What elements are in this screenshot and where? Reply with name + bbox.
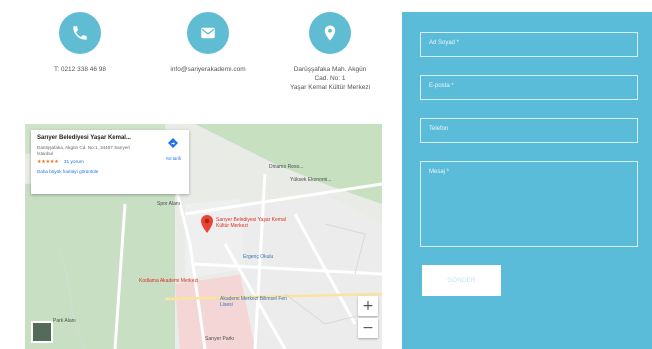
playground-label: Spor Alanı bbox=[157, 201, 181, 207]
send-button[interactable]: GÖNDER bbox=[422, 265, 501, 296]
yuksek-label: Yüksek Ekonomi... bbox=[290, 177, 332, 183]
phone-icon-circle bbox=[59, 12, 101, 54]
address-contact: Darüşşafaka Mah. Akgün Cad. No: 1 Yaşar … bbox=[255, 12, 405, 92]
grocery-label: Dinamo Reso... bbox=[269, 164, 304, 170]
reviews-link[interactable]: 31 yorum bbox=[64, 160, 84, 165]
place-info-card: Sarıyer Belediyesi Yaşar Kemal... Darüşş… bbox=[31, 130, 189, 194]
rating-stars: ★★★★★ bbox=[37, 160, 59, 165]
park-label: Park Alanı bbox=[53, 318, 76, 324]
place-address: Darüşşafaka, Akgün Cd. No:1, 34457 Sarıy… bbox=[37, 145, 131, 156]
location-marker-icon[interactable] bbox=[201, 215, 213, 233]
email-icon-circle bbox=[187, 12, 229, 54]
zoom-in-button[interactable]: + bbox=[358, 296, 378, 316]
academy-label: Kodlama Akademi Merkezi bbox=[139, 278, 199, 284]
address-text: Darüşşafaka Mah. Akgün Cad. No: 1 Yaşar … bbox=[255, 65, 405, 92]
larger-map-link[interactable]: Daha büyük haritayı görüntüle bbox=[37, 169, 183, 174]
location-icon-circle bbox=[309, 12, 351, 54]
place-rating: ★★★★★ 31 yorum bbox=[37, 160, 183, 165]
message-field[interactable]: Mesaj * bbox=[420, 161, 638, 247]
address-line-2: Cad. No: 1 bbox=[314, 75, 346, 82]
zoom-out-button[interactable]: − bbox=[358, 318, 378, 338]
location-pin-icon bbox=[324, 25, 336, 41]
email-field[interactable]: E-posta * bbox=[420, 75, 638, 100]
contact-form: Ad Soyad * E-posta * Telefon Mesaj * GÖN… bbox=[402, 12, 652, 349]
address-line-3: Yaşar Kemal Kültür Merkezi bbox=[289, 84, 371, 91]
phone-icon bbox=[73, 26, 87, 40]
name-field[interactable]: Ad Soyad * bbox=[420, 32, 638, 57]
park2-label: Sarıyer Parkı bbox=[205, 336, 235, 342]
envelope-icon bbox=[201, 27, 215, 39]
school-label: Ergenç Okulu bbox=[243, 254, 274, 260]
place-title: Sarıyer Belediyesi Yaşar Kemal... bbox=[37, 135, 131, 141]
marker-label: Sarıyer Belediyesi Yaşar Kemal Kültür Me… bbox=[216, 217, 286, 229]
center-label: Akademi Merkezi Bilimsel Fen Lisesi bbox=[220, 296, 287, 308]
contact-info: T: 0212 338 46 98 info@sariyerakademi.co… bbox=[0, 0, 400, 120]
contact-page: T: 0212 338 46 98 info@sariyerakademi.co… bbox=[0, 0, 652, 349]
directions-label: Yol tarifi bbox=[165, 156, 181, 161]
address-line-1: Darüşşafaka Mah. Akgün bbox=[293, 66, 367, 73]
street-view-thumbnail[interactable] bbox=[31, 321, 53, 343]
phone-field[interactable]: Telefon bbox=[420, 118, 638, 143]
directions-button[interactable]: Yol tarifi bbox=[166, 136, 181, 161]
google-map[interactable]: Sarıyer Belediyesi Yaşar Kemal... Darüşş… bbox=[25, 124, 382, 349]
directions-icon bbox=[168, 138, 179, 148]
